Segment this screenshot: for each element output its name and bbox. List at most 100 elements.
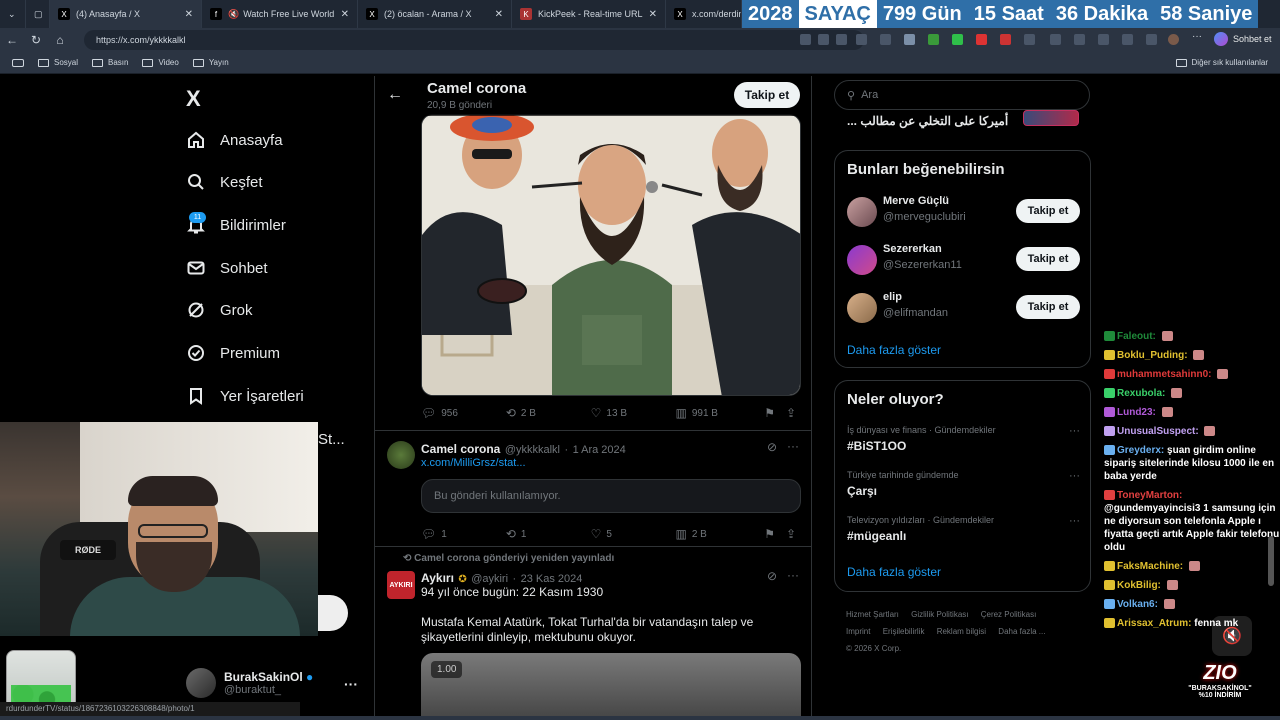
extension-icon[interactable]	[904, 34, 915, 45]
reply-button[interactable]: 💬︎ 1	[421, 527, 506, 541]
bookmarks-toggle-icon[interactable]	[12, 58, 24, 67]
extension-icon[interactable]	[952, 34, 963, 45]
nav-premium[interactable]: Premium	[186, 343, 280, 363]
trend-item[interactable]: İş dünyası ve finans · Gündemdekiler #Bi…	[847, 425, 1080, 453]
bookmark-folder-sosyal[interactable]: Sosyal	[38, 58, 78, 67]
close-icon[interactable]: ✕	[185, 9, 193, 20]
suggested-user[interactable]: Merve Güçlü @merveguclubiri Takip et	[847, 193, 1080, 229]
repost-button[interactable]: ⟲ 2 B	[506, 406, 591, 420]
back-arrow-icon[interactable]: ←	[387, 86, 403, 104]
bookmark-folder-video[interactable]: Video	[142, 58, 179, 67]
trend-item[interactable]: Televizyon yıldızları · Gündemdekiler #m…	[847, 515, 1080, 543]
chat-username[interactable]: Volkan6:	[1117, 599, 1158, 610]
share-button[interactable]: ⇪	[786, 527, 801, 541]
post-link[interactable]: x.com/MilliGrsz/stat...	[421, 457, 526, 469]
tab-menu-button[interactable]: ⌄	[0, 0, 26, 28]
chat-username[interactable]: Lund23:	[1117, 407, 1156, 418]
chat-username[interactable]: KokBilig:	[1117, 580, 1161, 591]
footer-link[interactable]: Daha fazla ...	[998, 627, 1045, 636]
show-more-link[interactable]: Daha fazla göster	[847, 565, 941, 579]
post-repost[interactable]: ⟲ Camel corona gönderiyi yeniden yayınla…	[375, 546, 811, 720]
footer-link[interactable]: Gizlilik Politikası	[911, 610, 968, 619]
follow-button[interactable]: Takip et	[1016, 247, 1080, 271]
extension-icon[interactable]	[800, 34, 811, 45]
read-aloud-icon[interactable]	[836, 34, 847, 45]
chat-username[interactable]: ToneyMarton:	[1117, 490, 1182, 501]
chat-username[interactable]: Greyderx:	[1117, 445, 1164, 456]
tab-kickpeek[interactable]: K KickPeek - Real-time URL Crawler ✕	[512, 0, 666, 28]
chat-username[interactable]: FaksMachine:	[1117, 561, 1183, 572]
more-options-icon[interactable]: ···	[787, 439, 799, 453]
other-bookmarks[interactable]: Diğer sık kullanılanlar	[1175, 58, 1268, 67]
nav-partial-item[interactable]: St...	[318, 431, 345, 448]
tab-worldtv[interactable]: f 🔇 Watch Free Live World TV | C ✕	[202, 0, 358, 28]
chat-username[interactable]: Faleout:	[1117, 331, 1156, 342]
follow-button[interactable]: Takip et	[734, 82, 800, 108]
more-options-icon[interactable]: ···	[1069, 425, 1080, 437]
chat-scrollbar[interactable]	[1268, 536, 1274, 586]
profile-avatar-icon[interactable]	[1168, 34, 1179, 45]
split-screen-icon[interactable]	[1050, 34, 1061, 45]
post-date[interactable]: 1 Ara 2024	[573, 444, 626, 456]
grok-icon[interactable]: ⊘	[767, 440, 777, 454]
more-options-icon[interactable]: ···	[1069, 470, 1080, 482]
puzzle-icon[interactable]	[1024, 34, 1035, 45]
tab-x-home[interactable]: X (4) Anasayfa / X ✕	[50, 0, 202, 28]
suggested-user[interactable]: Sezererkan @Sezererkan11 Takip et	[847, 241, 1080, 277]
nav-messages[interactable]: Sohbet	[186, 258, 268, 278]
trending-headline[interactable]: أميركا على التخلي عن مطالب ...	[847, 114, 1008, 128]
suggested-user[interactable]: elip @elifmandan Takip et	[847, 289, 1080, 325]
share-button[interactable]: ⇪	[786, 406, 801, 420]
favorites-icon[interactable]	[1098, 34, 1109, 45]
more-options-icon[interactable]: ···	[787, 568, 799, 582]
extension-icon[interactable]	[1000, 34, 1011, 45]
chat-username[interactable]: Arissax_Atrum:	[1117, 618, 1191, 629]
footer-link[interactable]: Reklam bilgisi	[937, 627, 986, 636]
chat-username[interactable]: muhammetsahinn0:	[1117, 369, 1211, 380]
trend-item[interactable]: Türkiye tarihinde gündemde Çarşı ···	[847, 470, 1080, 498]
nav-explore[interactable]: Keşfet	[186, 172, 263, 192]
close-icon[interactable]: ✕	[341, 9, 349, 20]
more-options-icon[interactable]: ···	[1069, 515, 1080, 527]
search-input[interactable]: ⚲ Ara	[834, 80, 1090, 110]
collections-icon[interactable]	[1074, 34, 1085, 45]
repost-button[interactable]: ⟲ 1	[506, 527, 591, 541]
trending-thumbnail[interactable]	[1023, 110, 1079, 126]
more-icon[interactable]: ···	[1192, 31, 1203, 42]
views-button[interactable]: ▥ 991 B	[675, 406, 764, 420]
post-author-handle[interactable]: @ykkkkalkl	[505, 444, 560, 456]
reload-icon[interactable]: ↻	[24, 33, 48, 47]
home-icon[interactable]: ⌂	[48, 33, 72, 47]
extension-icon[interactable]	[880, 34, 891, 45]
back-icon[interactable]: ←	[0, 33, 24, 47]
url-input[interactable]: https://x.com/ykkkkalkl	[84, 30, 864, 50]
follow-button[interactable]: Takip et	[1016, 199, 1080, 223]
nav-home[interactable]: Anasayfa	[186, 130, 283, 150]
partial-button[interactable]	[318, 595, 348, 631]
chat-username[interactable]: Boklu_Puding:	[1117, 350, 1188, 361]
footer-link[interactable]: Imprint	[846, 627, 870, 636]
account-switcher[interactable]: BurakSakinOl ● @buraktut_	[186, 668, 313, 698]
tab-actions-button[interactable]: ▢	[26, 0, 50, 28]
post-video[interactable]: 1.00	[421, 653, 801, 720]
like-button[interactable]: ♡ 5	[591, 527, 676, 541]
grok-icon[interactable]: ⊘	[767, 569, 777, 583]
chat-username[interactable]: UnusualSuspect:	[1117, 426, 1199, 437]
post-author-name[interactable]: Camel corona	[421, 442, 500, 456]
zoom-icon[interactable]	[818, 34, 829, 45]
reply-button[interactable]: 💬︎ 956	[421, 406, 506, 420]
account-more-icon[interactable]: ···	[344, 676, 358, 692]
post-quote[interactable]: Camel corona @ykkkkalkl · 1 Ara 2024 ⊘ ·…	[375, 430, 811, 546]
footer-link[interactable]: Erişilebilirlik	[883, 627, 925, 636]
post-date[interactable]: 23 Kas 2024	[521, 573, 583, 585]
follow-button[interactable]: Takip et	[1016, 295, 1080, 319]
browser-essentials-icon[interactable]	[1122, 34, 1133, 45]
mute-toggle-icon[interactable]: 🔇	[1212, 616, 1252, 656]
bookmark-button[interactable]: ⚑	[764, 406, 786, 420]
bookmark-folder-yayin[interactable]: Yayın	[192, 58, 229, 67]
footer-link[interactable]: Çerez Politikası	[981, 610, 1037, 619]
close-icon[interactable]: ✕	[495, 9, 503, 20]
tab-x-derdin[interactable]: X x.com/derdin	[666, 0, 742, 28]
nav-bookmarks[interactable]: Yer İşaretleri	[186, 386, 304, 406]
screenshot-icon[interactable]	[1146, 34, 1157, 45]
